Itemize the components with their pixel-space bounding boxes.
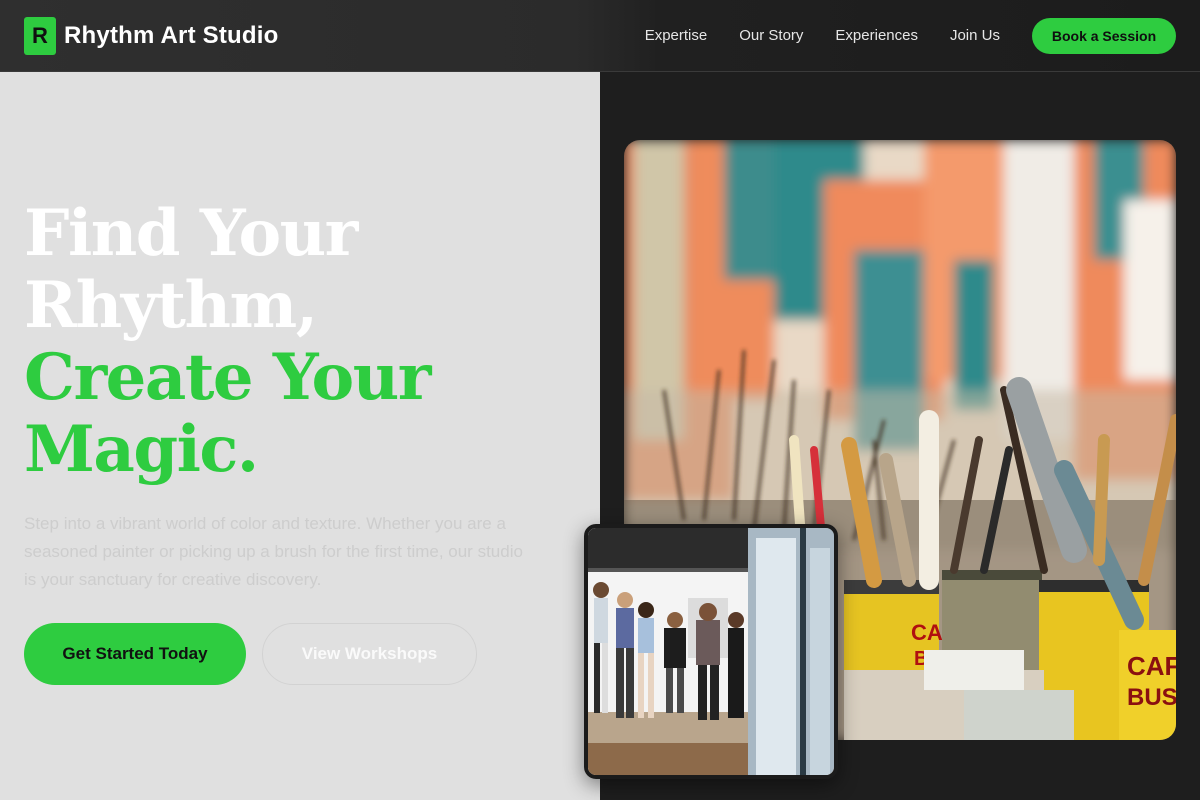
svg-text:BUS: BUS <box>1127 684 1176 711</box>
gallery-visitors-image <box>584 524 838 779</box>
book-session-button[interactable]: Book a Session <box>1032 17 1176 54</box>
brand[interactable]: R Rhythm Art Studio <box>24 16 279 55</box>
view-workshops-button[interactable]: View Workshops <box>262 623 477 685</box>
hero-buttons: Get Started Today View Workshops <box>24 623 477 685</box>
nav-link-experiences[interactable]: Experiences <box>835 27 918 44</box>
hero-subtitle: Step into a vibrant world of color and t… <box>24 514 523 589</box>
logo-icon: R <box>24 16 56 55</box>
hero-headline: Find Your Rhythm, Create Your Magic. <box>24 198 584 486</box>
brand-name: Rhythm Art Studio <box>64 21 279 49</box>
main-nav: Expertise Our Story Experiences Join Us … <box>645 17 1176 54</box>
headline-line-3: Create Your <box>24 340 431 415</box>
headline-line-4: Magic. <box>24 412 259 487</box>
hero-text: Find Your Rhythm, Create Your Magic. Ste… <box>24 198 584 594</box>
nav-link-join-us[interactable]: Join Us <box>950 27 1000 44</box>
logo-letter: R <box>32 22 48 48</box>
site-header: R Rhythm Art Studio Expertise Our Story … <box>0 0 1200 72</box>
nav-link-our-story[interactable]: Our Story <box>739 27 803 44</box>
svg-text:CA: CA <box>911 620 943 645</box>
headline-line-2: Rhythm, <box>24 268 318 343</box>
nav-link-expertise[interactable]: Expertise <box>645 27 708 44</box>
headline-line-1: Find Your <box>24 196 358 271</box>
get-started-button[interactable]: Get Started Today <box>24 623 246 685</box>
svg-text:CAF: CAF <box>1127 651 1176 681</box>
